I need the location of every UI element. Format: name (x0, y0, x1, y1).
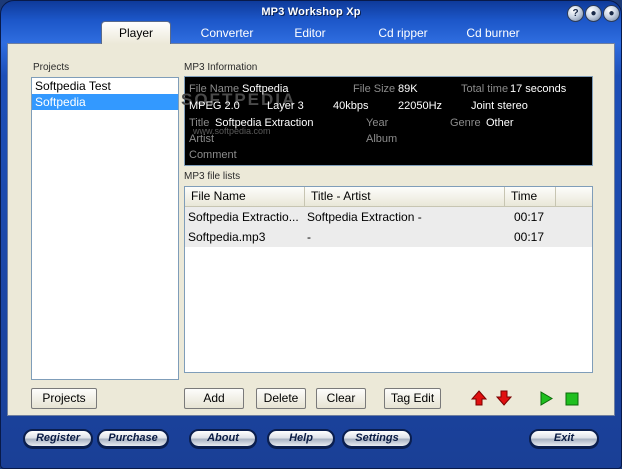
mp3-info-label: MP3 Information (184, 62, 258, 73)
app-window: MP3 Workshop Xp ? ● ● Player Converter E… (0, 0, 622, 469)
add-button[interactable]: Add (184, 388, 244, 409)
clear-button[interactable]: Clear (316, 388, 366, 409)
tag-edit-button[interactable]: Tag Edit (384, 388, 441, 409)
channel-mode-value: Joint stereo (471, 100, 528, 112)
about-button[interactable]: About (189, 429, 257, 448)
column-header-blank (556, 187, 592, 207)
cell-file-name: Softpedia Extractio... (188, 210, 299, 224)
file-name-label: File Name (189, 83, 240, 95)
file-size-label: File Size (353, 83, 396, 95)
move-up-icon[interactable] (471, 390, 487, 406)
cell-title-artist: - (307, 230, 311, 244)
total-time-value: 17 seconds (510, 83, 567, 95)
move-down-icon[interactable] (496, 390, 512, 406)
album-label: Album (366, 133, 398, 145)
mp3-file-table[interactable]: File Name Title - Artist Time Softpedia … (184, 186, 593, 373)
player-panel: Projects Softpedia Test Softpedia MP3 In… (7, 43, 615, 416)
projects-list[interactable]: Softpedia Test Softpedia (31, 77, 179, 380)
project-item[interactable]: Softpedia Test (32, 78, 178, 94)
play-icon[interactable] (540, 391, 553, 406)
artist-label: Artist (189, 133, 215, 145)
close-icon[interactable]: ● (603, 5, 620, 22)
column-header-file-name[interactable]: File Name (185, 187, 305, 207)
title-value: Softpedia Extraction (215, 117, 314, 129)
tab-converter[interactable]: Converter (187, 24, 267, 42)
mp3-info-panel: SOFTPEDIA www.softpedia.com File Name So… (181, 76, 593, 166)
column-header-time[interactable]: Time (505, 187, 556, 207)
genre-value: Other (486, 117, 514, 129)
layer-value: Layer 3 (267, 100, 304, 112)
stop-icon[interactable] (565, 392, 579, 406)
file-list-label: MP3 file lists (184, 171, 241, 182)
tab-editor[interactable]: Editor (279, 24, 341, 42)
window-title: MP3 Workshop Xp (261, 6, 361, 18)
total-time-label: Total time (461, 83, 509, 95)
delete-button[interactable]: Delete (256, 388, 306, 409)
table-header: File Name Title - Artist Time (185, 187, 592, 207)
mpeg-version: MPEG 2.0 (189, 100, 240, 112)
project-item-selected[interactable]: Softpedia (32, 94, 178, 110)
file-size-value: 89K (398, 83, 418, 95)
purchase-button[interactable]: Purchase (97, 429, 169, 448)
settings-button[interactable]: Settings (342, 429, 412, 448)
cell-time: 00:17 (514, 210, 545, 224)
comment-label: Comment (189, 149, 237, 161)
cell-file-name: Softpedia.mp3 (188, 230, 266, 244)
column-header-title-artist[interactable]: Title - Artist (305, 187, 505, 207)
tab-player[interactable]: Player (101, 21, 171, 44)
table-row[interactable]: Softpedia Extractio... Softpedia Extract… (185, 207, 592, 227)
year-label: Year (366, 117, 389, 129)
table-row[interactable]: Softpedia.mp3 - 00:17 (185, 227, 592, 247)
minimize-icon[interactable]: ● (585, 5, 602, 22)
tab-cd-ripper[interactable]: Cd ripper (365, 24, 441, 42)
register-button[interactable]: Register (23, 429, 93, 448)
exit-button[interactable]: Exit (529, 429, 599, 448)
help-icon[interactable]: ? (567, 5, 584, 22)
file-name-value: Softpedia (242, 83, 289, 95)
genre-label: Genre (450, 117, 481, 129)
sample-rate-value: 22050Hz (398, 100, 443, 112)
tab-cd-burner[interactable]: Cd burner (453, 24, 533, 42)
projects-button[interactable]: Projects (31, 388, 97, 409)
title-label: Title (189, 117, 210, 129)
projects-label: Projects (33, 62, 70, 73)
cell-time: 00:17 (514, 230, 545, 244)
help-button[interactable]: Help (267, 429, 335, 448)
tab-bar: Player Converter Editor Cd ripper Cd bur… (97, 21, 617, 44)
cell-title-artist: Softpedia Extraction - (307, 210, 422, 224)
bitrate-value: 40kbps (333, 100, 369, 112)
